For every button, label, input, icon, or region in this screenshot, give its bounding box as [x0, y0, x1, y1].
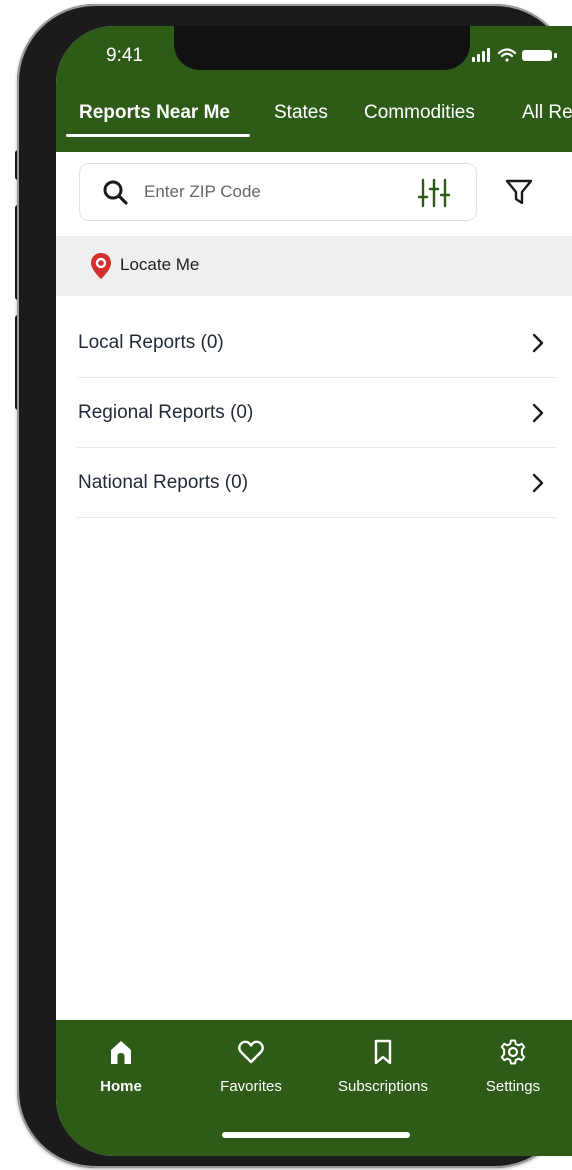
- nav-favorites-label: Favorites: [220, 1078, 282, 1095]
- tab-commodities[interactable]: Commodities: [364, 102, 475, 124]
- status-icons: [472, 48, 557, 62]
- wifi-icon: [497, 48, 517, 62]
- report-label: Local Reports (0): [78, 332, 224, 353]
- chevron-right-icon: [532, 403, 544, 423]
- sliders-icon[interactable]: [418, 178, 450, 208]
- location-pin-icon: [91, 253, 111, 279]
- search-row: [56, 152, 572, 236]
- tab-all-reports[interactable]: All Rep: [522, 102, 572, 124]
- nav-favorites[interactable]: Favorites: [196, 1038, 306, 1114]
- home-icon: [111, 1041, 131, 1064]
- bottom-nav: Home Favorites Subscriptions Settings: [56, 1020, 572, 1156]
- chevron-right-icon: [532, 473, 544, 493]
- report-row-local[interactable]: Local Reports (0): [77, 308, 556, 378]
- status-time: 9:41: [106, 45, 143, 66]
- signal-icon: [472, 48, 490, 62]
- app-header: 9:41 Reports Near Me States Commodities …: [56, 26, 572, 152]
- nav-subscriptions-label: Subscriptions: [337, 1078, 429, 1095]
- chevron-right-icon: [532, 333, 544, 353]
- nav-home-label: Home: [100, 1078, 142, 1095]
- report-row-regional[interactable]: Regional Reports (0): [77, 378, 556, 448]
- zip-code-input[interactable]: [144, 177, 394, 207]
- home-indicator: [222, 1132, 410, 1138]
- active-tab-indicator: [66, 134, 250, 137]
- tab-reports-near-me[interactable]: Reports Near Me: [79, 102, 230, 124]
- nav-subscriptions[interactable]: Subscriptions: [328, 1038, 438, 1114]
- phone-frame: 9:41 Reports Near Me States Commodities …: [17, 4, 572, 1168]
- app-screen: 9:41 Reports Near Me States Commodities …: [56, 26, 572, 1156]
- bookmark-icon: [374, 1039, 392, 1065]
- nav-settings-label: Settings: [485, 1078, 541, 1095]
- filter-icon[interactable]: [504, 177, 534, 207]
- heart-icon: [238, 1040, 264, 1064]
- locate-me-label: Locate Me: [120, 255, 200, 274]
- report-label: Regional Reports (0): [78, 402, 254, 423]
- device-notch: [174, 26, 470, 70]
- search-icon: [103, 180, 128, 205]
- tab-bar: Reports Near Me States Commodities All R…: [56, 94, 572, 152]
- report-row-national[interactable]: National Reports (0): [77, 448, 556, 518]
- gear-icon: [500, 1039, 526, 1065]
- nav-home[interactable]: Home: [66, 1038, 176, 1114]
- locate-me-button[interactable]: Locate Me: [56, 236, 572, 296]
- nav-settings[interactable]: Settings: [458, 1038, 568, 1114]
- search-box[interactable]: [79, 163, 477, 221]
- tab-states[interactable]: States: [274, 102, 328, 124]
- battery-icon: [522, 50, 557, 61]
- report-label: National Reports (0): [78, 472, 249, 493]
- report-list: Local Reports (0) Regional Reports (0) N…: [77, 308, 556, 518]
